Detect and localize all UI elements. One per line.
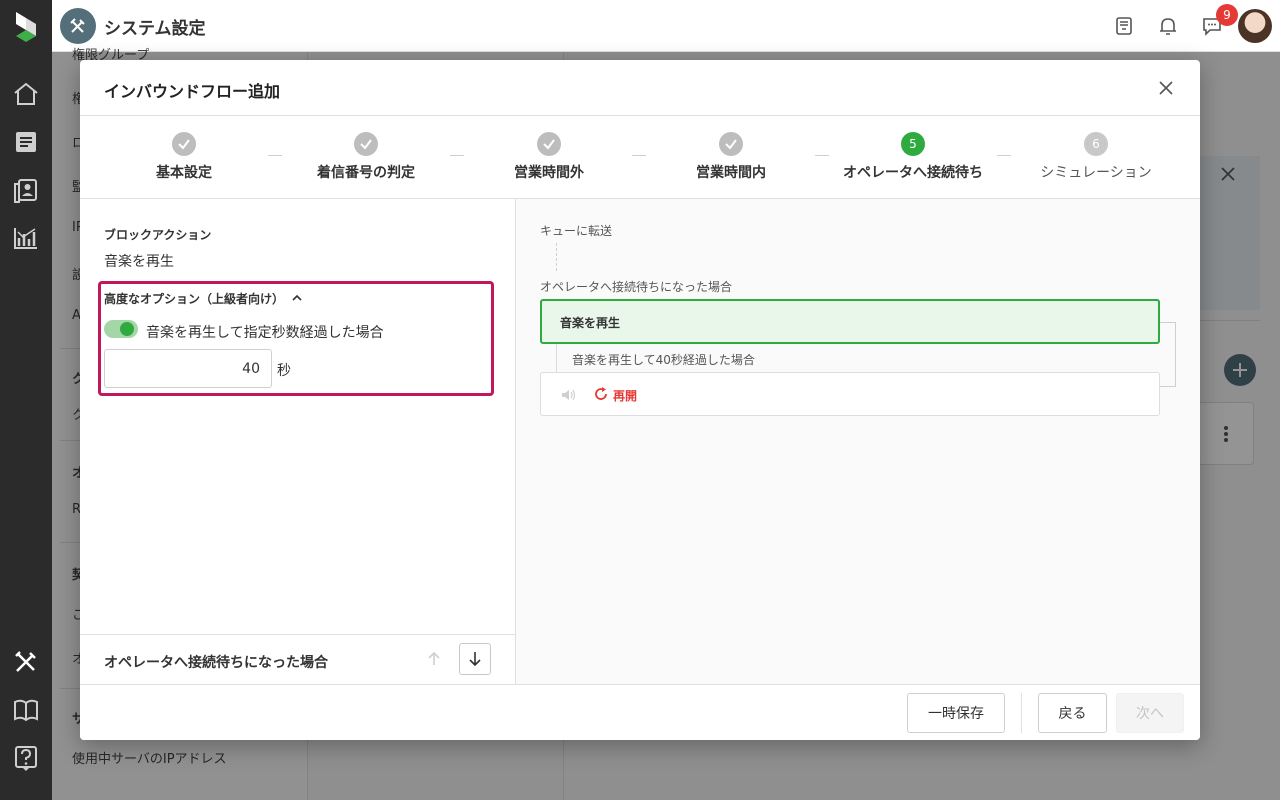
step-label: 基本設定 [156,165,212,181]
refresh-icon [593,386,609,402]
arrow-up-icon [424,649,444,669]
move-down-button[interactable] [459,643,491,675]
block-action-value: 音楽を再生 [104,254,174,270]
switch-label: 音楽を再生して指定秒数経過した場合 [146,325,384,341]
chevron-up-icon[interactable] [290,291,304,305]
modal-footer: 一時保存 戻る 次へ [80,684,1200,740]
loop-connector [1160,322,1176,387]
step-label: オペレータへ接続待ち [843,165,983,181]
notification-bell-icon[interactable] [1156,14,1180,38]
system-settings-icon [60,8,96,44]
modal-title: インバウンドフロー追加 [104,82,281,101]
switch-knob [120,322,134,336]
play-music-block[interactable]: 音楽を再生 [540,299,1160,344]
waiting-condition-label: オペレータへ接続待ちになった場合 [540,280,733,294]
user-avatar[interactable] [1238,9,1272,43]
back-button[interactable]: 戻る [1038,693,1107,733]
condition-title: オペレータへ接続待ちになった場合 [104,655,328,671]
next-button[interactable]: 次へ [1116,693,1184,733]
home-icon[interactable] [12,80,40,108]
step-indicator: 基本設定 着信番号の判定 営業時間外 営業時間内 5 オペレータへ接続待ち 6 … [80,116,1200,199]
left-rail [0,0,52,800]
advanced-options-toggle[interactable]: 高度なオプション（上級者向け） [104,290,284,307]
step-label: 営業時間外 [514,165,584,181]
condition-nav: オペレータへ接続待ちになった場合 [80,634,516,684]
check-icon [354,132,378,156]
close-icon[interactable] [1156,78,1176,98]
settings-tools-icon[interactable] [12,648,40,676]
step-business-hours: 営業時間内 [640,132,822,182]
app-logo-icon [14,10,38,44]
restart-block[interactable]: 再開 [540,372,1160,416]
queue-transfer-node: キューに転送 [540,224,613,238]
step-simulation: 6 シミュレーション [1005,132,1187,182]
step-number: 5 [901,132,925,156]
step-basic-settings: 基本設定 [93,132,275,182]
inbound-flow-modal: インバウンドフロー追加 基本設定 着信番号の判定 営業時間外 営業時間内 5 オ… [80,60,1200,740]
flow-connector [556,344,557,372]
arrow-down-icon [469,652,481,667]
flow-connector [556,243,557,271]
step-off-hours: 営業時間外 [458,132,640,182]
check-icon [172,132,196,156]
elapsed-seconds-switch[interactable] [104,320,138,338]
step-number-check: 着信番号の判定 [275,132,457,182]
save-draft-button[interactable]: 一時保存 [907,693,1005,733]
step-label: 営業時間内 [696,165,766,181]
phone-device-icon[interactable] [1112,14,1136,38]
seconds-input[interactable] [104,349,272,388]
speaker-icon [559,386,577,404]
manual-book-icon[interactable] [12,696,40,724]
elapsed-condition-label: 音楽を再生して40秒経過した場合 [572,353,755,367]
app-header: システム設定 9 [52,0,1280,52]
step-operator-wait: 5 オペレータへ接続待ち [822,132,1004,182]
restart-label: 再開 [613,389,638,403]
step-label: シミュレーション [1040,165,1152,181]
analytics-icon[interactable] [12,224,40,252]
modal-header: インバウンドフロー追加 [80,60,1200,116]
help-icon[interactable] [12,744,40,772]
block-settings-pane: ブロックアクション 音楽を再生 高度なオプション（上級者向け） 音楽を再生して指… [80,199,516,684]
block-title: 音楽を再生 [560,316,621,330]
step-number: 6 [1084,132,1108,156]
check-icon [719,132,743,156]
call-log-icon[interactable] [12,128,40,156]
block-action-label: ブロックアクション [104,228,212,242]
app-title: システム設定 [104,19,206,39]
divider [1021,693,1022,733]
notification-badge: 9 [1216,4,1238,26]
flow-preview-pane: キューに転送 オペレータへ接続待ちになった場合 音楽を再生 音楽を再生して40秒… [516,199,1200,684]
seconds-unit: 秒 [277,363,291,379]
contacts-icon[interactable] [12,176,40,204]
check-icon [537,132,561,156]
step-label: 着信番号の判定 [317,165,415,181]
